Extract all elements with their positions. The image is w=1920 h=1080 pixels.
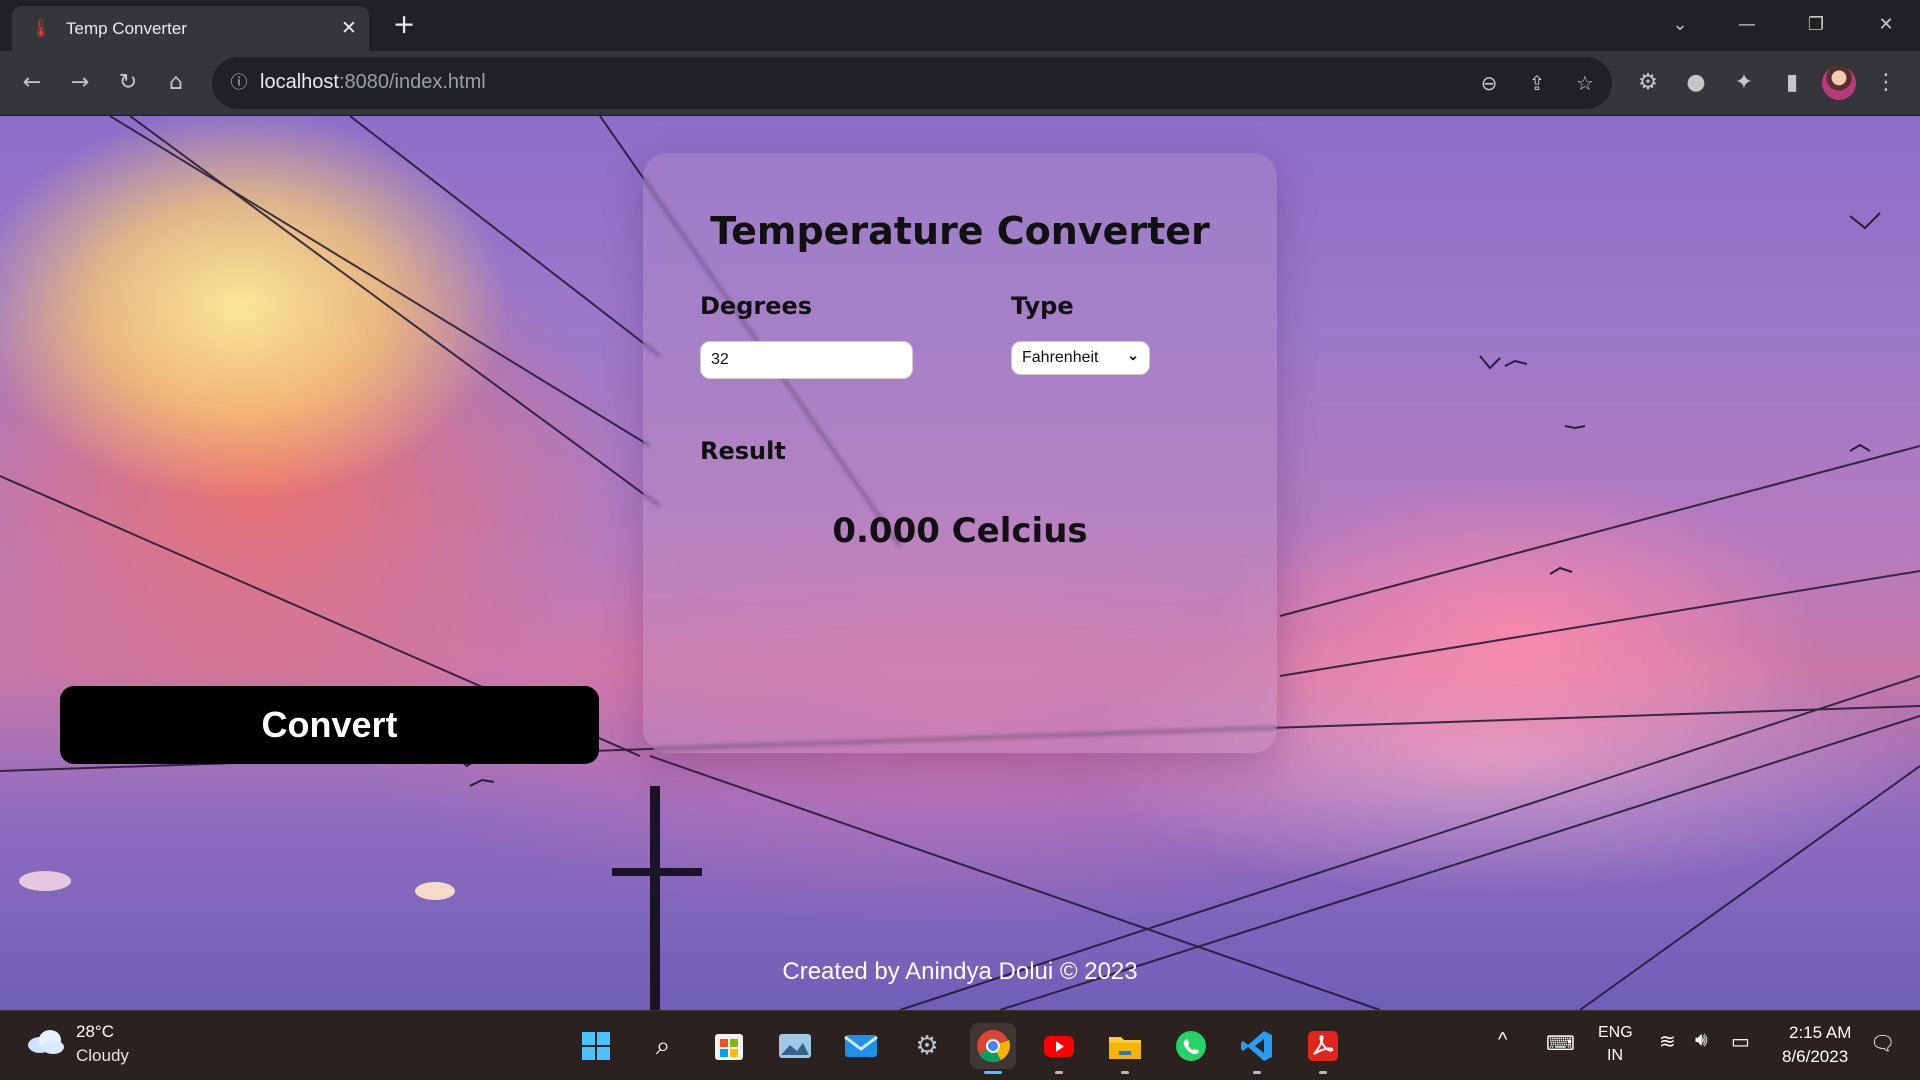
keyboard-icon[interactable]: ⌨ — [1546, 1031, 1575, 1056]
search-icon[interactable]: ⌕ — [640, 1023, 686, 1069]
home-icon[interactable]: ⌂ — [158, 65, 194, 101]
language-region[interactable]: IN — [1607, 1047, 1623, 1065]
windows-taskbar: 28°C Cloudy ⌕ ⚙ ^ ⌨ ENG IN ≋ 🔊︎ ▭ 2:15 A… — [0, 1010, 1920, 1080]
back-arrow-icon[interactable]: ← — [14, 65, 50, 101]
chrome-icon[interactable] — [970, 1023, 1016, 1074]
pole-crossarm — [612, 868, 702, 876]
thermometer-icon: 🌡 — [30, 19, 52, 39]
close-window-button[interactable]: ✕ — [1866, 10, 1906, 40]
weather-description[interactable]: Cloudy — [76, 1046, 129, 1066]
youtube-icon[interactable] — [1036, 1023, 1082, 1074]
page-footer: Created by Anindya Dolui © 2023 — [782, 958, 1138, 985]
tab-title: Temp Converter — [66, 19, 187, 38]
cloud-icon[interactable] — [26, 1026, 66, 1056]
profile-avatar[interactable] — [1822, 66, 1856, 100]
battery-icon[interactable]: ▭ — [1731, 1029, 1750, 1054]
notifications-icon[interactable]: 🗨︎ — [1870, 1031, 1895, 1056]
page-viewport: Temperature Converter Degrees Type Fahre… — [0, 116, 1920, 1010]
share-icon[interactable]: ⇪ — [1522, 68, 1552, 98]
forward-arrow-icon[interactable]: → — [62, 65, 98, 101]
running-indicator — [1319, 1071, 1327, 1074]
type-label: Type — [1011, 292, 1074, 320]
extensions-puzzle-icon[interactable]: ✦ — [1726, 65, 1762, 101]
url-text[interactable]: localhost:8080/index.html — [260, 71, 486, 94]
volume-icon[interactable]: 🔊︎ — [1695, 1029, 1708, 1052]
vscode-icon[interactable] — [1234, 1023, 1280, 1074]
reload-icon[interactable]: ↻ — [110, 65, 146, 101]
site-info-icon[interactable]: ⓘ — [224, 68, 254, 98]
minimize-button[interactable]: — — [1727, 10, 1767, 40]
tab-strip: 🌡 Temp Converter ✕ + ⌄ — ❐ ✕ — [0, 0, 1920, 51]
browser-toolbar: ← → ↻ ⌂ ⓘ localhost:8080/index.html ⊖ ⇪ … — [0, 51, 1920, 116]
settings-icon[interactable]: ⚙ — [904, 1023, 950, 1069]
bookmark-star-icon[interactable]: ☆ — [1570, 68, 1600, 98]
zoom-icon[interactable]: ⊖ — [1474, 68, 1504, 98]
active-indicator — [984, 1071, 1002, 1074]
url-host: localhost — [260, 71, 339, 93]
file-explorer-icon[interactable] — [1102, 1023, 1148, 1074]
browser-tab[interactable]: 🌡 Temp Converter ✕ — [12, 6, 369, 51]
type-dropdown[interactable]: Fahrenheit ⌄ — [1011, 341, 1150, 375]
street-lamp — [415, 882, 455, 900]
result-label: Result — [700, 437, 786, 465]
degrees-label: Degrees — [700, 292, 813, 320]
acrobat-icon[interactable] — [1300, 1023, 1346, 1074]
whatsapp-icon[interactable] — [1168, 1023, 1214, 1069]
url-path: :8080/index.html — [338, 71, 486, 93]
running-indicator — [1121, 1071, 1129, 1074]
clock-time[interactable]: 2:15 AM — [1789, 1023, 1851, 1043]
clock-date[interactable]: 8/6/2023 — [1782, 1047, 1848, 1067]
chevron-down-icon: ⌄ — [1127, 347, 1139, 363]
extension-gear-icon[interactable]: ⚙ — [1630, 65, 1666, 101]
show-hidden-icons-chevron-icon[interactable]: ^ — [1498, 1029, 1507, 1052]
page-title: Temperature Converter — [710, 209, 1210, 253]
result-value: 0.000 Celcius — [832, 511, 1088, 551]
close-tab-button[interactable]: ✕ — [336, 15, 362, 41]
photos-icon[interactable] — [772, 1023, 818, 1069]
address-bar[interactable]: ⓘ localhost:8080/index.html ⊖ ⇪ ☆ — [212, 57, 1612, 109]
convert-button[interactable]: Convert — [60, 686, 599, 764]
running-indicator — [1055, 1071, 1063, 1074]
menu-kebab-icon[interactable]: ⋮ — [1868, 65, 1904, 101]
wifi-icon[interactable]: ≋ — [1659, 1029, 1676, 1054]
mail-icon[interactable] — [838, 1023, 884, 1069]
weather-temperature[interactable]: 28°C — [76, 1022, 114, 1042]
store-icon[interactable] — [706, 1023, 752, 1069]
type-selected-value: Fahrenheit — [1022, 349, 1099, 366]
restore-button[interactable]: ❐ — [1796, 10, 1836, 40]
extension-icon[interactable]: ● — [1678, 65, 1714, 101]
side-panel-icon[interactable]: ▮ — [1774, 65, 1810, 101]
new-tab-button[interactable]: + — [390, 11, 418, 40]
converter-card: Temperature Converter Degrees Type Fahre… — [643, 153, 1277, 753]
street-lamp — [19, 871, 71, 891]
running-indicator — [1253, 1071, 1261, 1074]
language-code[interactable]: ENG — [1598, 1024, 1633, 1042]
start-icon[interactable] — [573, 1023, 619, 1069]
degrees-input[interactable] — [700, 341, 913, 379]
tab-search-chevron-icon[interactable]: ⌄ — [1660, 10, 1700, 40]
